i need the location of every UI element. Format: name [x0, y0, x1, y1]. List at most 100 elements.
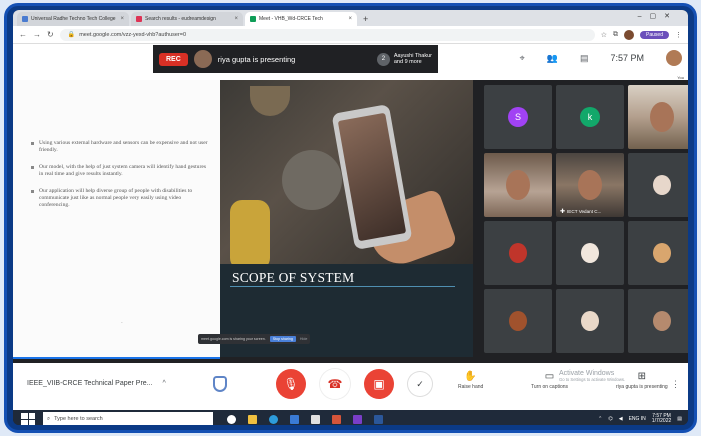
shield-icon[interactable] — [213, 376, 227, 392]
new-tab-button[interactable]: + — [363, 12, 368, 26]
taskbar-search[interactable]: ⌕ Type here to search — [43, 412, 213, 425]
present-button[interactable]: ✓ — [408, 372, 432, 396]
participant-tile[interactable] — [556, 221, 624, 285]
slide-progress-bar — [13, 357, 220, 359]
participant-tile[interactable]: k — [556, 85, 624, 149]
presenter-text: riya gupta is presenting — [217, 54, 296, 64]
profile-avatar[interactable] — [624, 29, 635, 40]
network-icon[interactable]: ⌬ — [608, 416, 612, 422]
tab-close-icon[interactable]: × — [348, 16, 352, 22]
participant-tile[interactable]: S — [484, 85, 552, 149]
extension-icon[interactable]: ⧉ — [613, 31, 618, 39]
tab-label: Universal Radhe Techno Tech College — [31, 16, 116, 22]
hide-button[interactable]: Hide — [300, 337, 307, 341]
leave-call-button[interactable]: ☎ — [320, 369, 350, 399]
bullet-dot — [31, 142, 34, 145]
others-more: and 9 more — [393, 59, 422, 65]
participant-tile[interactable] — [628, 289, 688, 353]
chrome-icon[interactable] — [332, 414, 341, 424]
clock-date[interactable]: 7:57 PM 1/7/2022 — [652, 413, 671, 425]
meeting-details[interactable]: IEEE_VIIB-CRCE Technical Paper Pre... ^ — [27, 380, 166, 387]
watermark-title: Activate Windows — [559, 370, 615, 377]
tray-chevron-icon[interactable]: ⌃ — [598, 416, 602, 422]
browser-tab-bar: Universal Radhe Techno Tech College × Se… — [13, 10, 688, 26]
participant-initial: k — [580, 107, 600, 127]
participant-avatar — [509, 311, 527, 331]
pin-icon[interactable]: ⌖ — [520, 53, 525, 64]
phone-screen — [337, 112, 407, 242]
participant-tile[interactable] — [484, 221, 552, 285]
other-participants[interactable]: 2 Aayushi Thakur and 9 more — [376, 52, 432, 66]
meet-top-icons: ⌖ 👥 ▤ 7:57 PM — [520, 50, 682, 66]
window-controls[interactable]: –▢✕ — [638, 12, 678, 20]
tab-close-icon[interactable]: × — [120, 16, 124, 22]
tab-label: Meet - VHB_Wd-CRCE Tech — [259, 16, 323, 22]
reload-icon[interactable]: ↻ — [47, 30, 54, 39]
app-icon[interactable] — [353, 414, 362, 424]
people-icon[interactable]: 👥 — [547, 53, 558, 64]
bullet-dot — [31, 166, 34, 169]
participant-avatar — [581, 243, 599, 263]
tab-favicon-icon — [136, 16, 142, 22]
slide-bullet: Our application will help diverse group … — [31, 188, 210, 209]
tab-close-icon[interactable]: × — [234, 16, 238, 22]
notification-icon[interactable]: ▤ — [677, 416, 682, 422]
pin-icon[interactable]: ✚ — [560, 208, 565, 215]
mail-icon[interactable] — [290, 414, 299, 424]
chat-icon[interactable]: ▤ — [580, 53, 589, 64]
browser-tab-2[interactable]: Search results - eudreamdesign × — [131, 12, 243, 26]
tablet-frame: Universal Radhe Techno Tech College × Se… — [4, 3, 697, 433]
participant-tile-video[interactable]: ✚ IECT Vedant C... — [556, 153, 624, 217]
participant-initial: S — [508, 107, 528, 127]
screen-share-bar: meet.google.com is sharing your screen. … — [198, 334, 311, 344]
edge-icon[interactable] — [269, 414, 278, 424]
bullet-text: Our application will help diverse group … — [39, 188, 193, 208]
participant-tile[interactable] — [628, 153, 688, 217]
word-icon[interactable] — [374, 414, 383, 424]
participant-tile[interactable] — [556, 289, 624, 353]
presentation-area: Using various external hardware and sens… — [13, 80, 473, 363]
camera-off-button[interactable]: ▣ — [364, 369, 394, 399]
participant-avatar — [653, 243, 671, 263]
participant-tile-video[interactable] — [484, 153, 552, 217]
back-icon[interactable]: ← — [19, 30, 27, 39]
participant-tile-video[interactable] — [628, 85, 688, 149]
forward-icon[interactable]: → — [33, 30, 41, 39]
raise-hand-button[interactable]: ✋ Raise hand — [458, 371, 483, 390]
volume-icon[interactable]: ◀ — [619, 416, 623, 422]
tab-label: Search results - eudreamdesign — [145, 16, 216, 22]
more-options-icon[interactable]: ⋮ — [671, 379, 680, 390]
you-label: You — [677, 75, 684, 80]
self-avatar — [666, 50, 682, 66]
browser-tab-1[interactable]: Universal Radhe Techno Tech College × — [17, 12, 129, 26]
others-count: 2 — [376, 52, 390, 66]
stop-sharing-button[interactable]: Stop sharing — [269, 336, 296, 342]
file-explorer-icon[interactable] — [248, 414, 257, 424]
taskbar-apps — [227, 414, 383, 424]
participant-tile[interactable] — [628, 221, 688, 285]
address-bar: ← → ↻ 🔒 meet.google.com/vzz-yexd-vhb?aut… — [13, 26, 688, 44]
recording-badge: REC — [159, 52, 188, 66]
store-icon[interactable] — [311, 414, 320, 424]
participant-tile[interactable] — [484, 289, 552, 353]
participant-grid: S k ✚ IECT Vedant C... — [484, 85, 688, 353]
windows-start-icon[interactable] — [21, 413, 35, 425]
participant-name-tag: ✚ IECT Vedant C... — [560, 208, 601, 215]
browser-menu-icon[interactable]: ⋮ — [675, 31, 682, 39]
participant-face — [578, 170, 602, 200]
url-field[interactable]: 🔒 meet.google.com/vzz-yexd-vhb?authuser=… — [59, 28, 595, 41]
language-indicator[interactable]: ENG IN — [629, 416, 646, 422]
participant-face — [650, 102, 674, 132]
tab-favicon-icon — [250, 16, 256, 22]
presenting-banner: REC riya gupta is presenting 2 Aayushi T… — [153, 45, 438, 73]
paused-badge[interactable]: Paused — [640, 30, 669, 39]
mic-off-button[interactable]: 🎙 — [276, 369, 306, 399]
task-view-icon[interactable] — [227, 414, 236, 424]
browser-tab-3[interactable]: Meet - VHB_Wd-CRCE Tech × — [245, 12, 357, 26]
chevron-up-icon[interactable]: ^ — [163, 380, 166, 387]
present-now-button[interactable]: ⊞ riya gupta is presenting — [616, 371, 668, 390]
search-icon: ⌕ — [47, 415, 51, 422]
participant-avatar — [581, 311, 599, 331]
present-screen-icon: ⊞ — [637, 371, 647, 382]
star-icon[interactable]: ☆ — [601, 31, 607, 39]
